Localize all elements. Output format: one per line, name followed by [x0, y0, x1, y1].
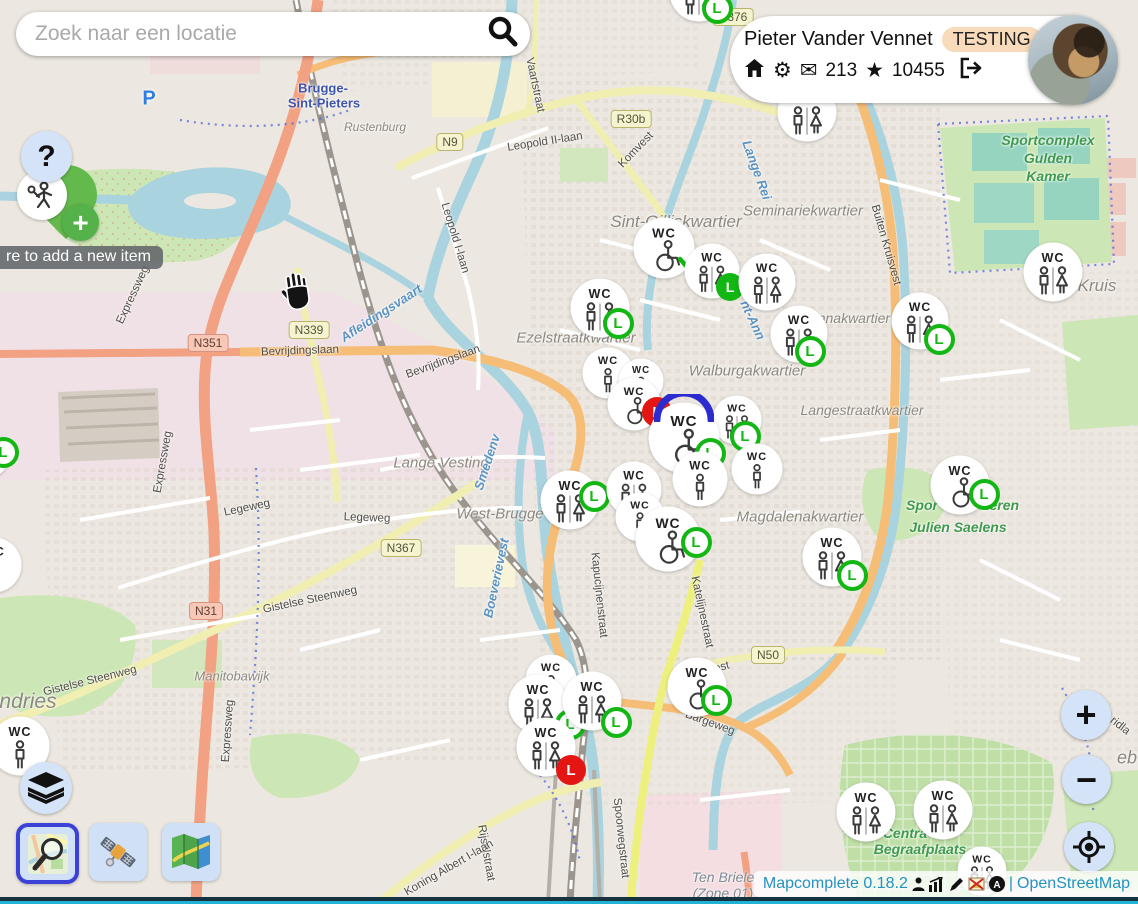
help-button[interactable]: ? [21, 131, 72, 182]
svg-text:WC: WC [559, 479, 582, 493]
add-item-tooltip: re to add a new item [0, 246, 163, 269]
toilet-marker-m[interactable]: WC [731, 443, 783, 500]
search-icon[interactable] [486, 15, 520, 54]
toilet-marker-m[interactable]: WC [0, 537, 22, 598]
attribution-separator: | [1009, 875, 1013, 893]
zoom-in-button[interactable]: + [1061, 690, 1111, 740]
svg-text:WC: WC [598, 355, 618, 367]
toilet-marker-mf[interactable]: WC [913, 780, 973, 845]
star-icon: ★ [865, 60, 884, 81]
svg-text:WC: WC [623, 469, 645, 482]
logout-icon[interactable] [959, 57, 983, 84]
svg-text:WC: WC [652, 225, 676, 240]
svg-text:WC: WC [541, 662, 561, 674]
svg-text:WC: WC [701, 251, 723, 264]
layer-selection-button[interactable] [20, 762, 72, 814]
opening-hours-badge-ring[interactable]: L [969, 479, 1000, 510]
opening-hours-badge-ring[interactable]: L [601, 707, 632, 738]
svg-text:WC: WC [949, 464, 972, 478]
svg-text:WC: WC [909, 300, 931, 314]
svg-text:WC: WC [527, 683, 550, 697]
toilet-marker-mf[interactable]: WC [836, 782, 896, 847]
message-count: 213 [825, 60, 857, 82]
user-avatar[interactable] [1028, 15, 1118, 105]
add-item-plus-button[interactable]: + [62, 204, 99, 241]
background-map-button[interactable] [162, 823, 220, 881]
testing-badge: TESTING [942, 27, 1042, 52]
svg-text:WC: WC [1042, 251, 1065, 265]
svg-text:WC: WC [686, 666, 709, 680]
broken-image-icon[interactable] [968, 877, 985, 891]
svg-text:WC: WC [0, 545, 5, 558]
contributor-icon[interactable] [912, 877, 925, 892]
opening-hours-badge-ring[interactable]: L [579, 481, 610, 512]
opening-hours-badge-ring[interactable]: L [795, 336, 826, 367]
opening-hours-badge-ring[interactable]: L [924, 324, 955, 355]
svg-text:WC: WC [972, 854, 992, 866]
svg-text:WC: WC [632, 365, 650, 376]
svg-text:WC: WC [747, 451, 767, 463]
circle-a-icon[interactable]: A [989, 876, 1005, 892]
svg-text:WC: WC [821, 536, 844, 550]
svg-text:WC: WC [689, 459, 711, 472]
opening-hours-badge-ring[interactable]: L [837, 560, 868, 591]
svg-text:WC: WC [9, 725, 32, 739]
svg-text:WC: WC [581, 680, 604, 694]
svg-text:WC: WC [655, 515, 680, 531]
attribution-bar: Mapcomplete 0.18.2 A | OpenStreetMap [754, 871, 1138, 897]
mapcomplete-app: BevrijdingslaanBevrijdingslaanExpressweg… [0, 0, 1138, 904]
geolocate-button[interactable] [1064, 822, 1114, 872]
background-satellite-button[interactable] [89, 823, 147, 881]
osm-attribution-link[interactable]: OpenStreetMap [1017, 875, 1130, 893]
opening-hours-badge-ring[interactable]: L [603, 308, 634, 339]
changeset-count: 10455 [892, 60, 945, 82]
svg-text:WC: WC [932, 789, 955, 803]
svg-text:WC: WC [670, 413, 697, 430]
toilet-marker-m[interactable]: WC [672, 451, 728, 512]
svg-text:WC: WC [589, 287, 612, 301]
location-search-bar[interactable] [16, 12, 530, 56]
svg-text:WC: WC [788, 313, 810, 327]
settings-gear-icon[interactable]: ⚙ [773, 60, 792, 81]
svg-text:WC: WC [855, 791, 878, 805]
messages-envelope-icon[interactable]: ✉ [800, 60, 818, 81]
svg-text:A: A [993, 880, 1000, 891]
svg-text:WC: WC [727, 403, 747, 415]
opening-hours-badge-ring[interactable]: L [701, 685, 732, 716]
search-input[interactable] [33, 21, 486, 47]
background-osm-carto-button[interactable] [16, 823, 79, 884]
opening-hours-badge-red[interactable]: L [556, 755, 586, 785]
toilet-marker-mf[interactable]: WC [1023, 242, 1083, 307]
app-version[interactable]: Mapcomplete 0.18.2 [763, 875, 908, 893]
opening-hours-badge-ring[interactable]: L [681, 527, 712, 558]
zoom-out-button[interactable]: − [1062, 755, 1111, 804]
home-icon[interactable] [744, 58, 765, 83]
svg-text:WC: WC [756, 261, 778, 275]
edit-pencil-icon[interactable] [949, 877, 964, 892]
user-name: Pieter Vander Vennet [744, 28, 933, 51]
statistics-icon[interactable] [929, 877, 945, 892]
svg-text:WC: WC [535, 726, 558, 740]
opening-hours-badge-ring[interactable]: L [702, 0, 733, 24]
svg-text:WC: WC [624, 386, 645, 398]
bottom-strip [0, 897, 1138, 904]
